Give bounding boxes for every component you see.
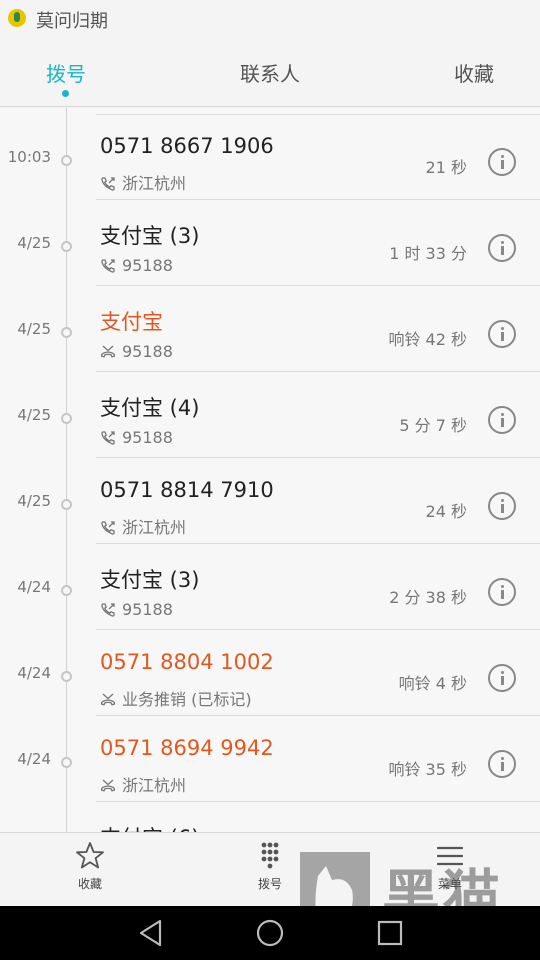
info-icon[interactable] (488, 750, 516, 778)
call-duration: 5 分 7 秒 (399, 416, 467, 435)
caller-name: 支付宝 (4) (100, 396, 200, 420)
caller-name: 0571 8667 1906 (100, 134, 274, 158)
call-log-row[interactable]: 4/25 支付宝 95188 响铃 42 秒 (0, 286, 540, 372)
info-icon[interactable] (488, 320, 516, 348)
dialpad-label: 拨号 (257, 877, 282, 891)
dialpad-icon (261, 842, 279, 869)
outgoing-call-icon (100, 258, 116, 274)
call-duration: 响铃 42 秒 (388, 330, 467, 349)
call-duration: 响铃 4 秒 (398, 674, 467, 693)
caller-name: 支付宝 (6) (100, 822, 199, 832)
recents-icon[interactable] (375, 918, 405, 948)
call-duration: 24 秒 (425, 502, 467, 521)
info-icon[interactable] (488, 664, 516, 692)
caller-location: 业务推销 (已标记) (122, 690, 252, 709)
timeline-dot (61, 585, 72, 596)
tab-dial[interactable]: 拨号 (46, 58, 86, 87)
timeline-dot (61, 499, 72, 510)
app-notification-icon (8, 9, 26, 27)
tab-bar: 拨号 联系人 收藏 (0, 36, 540, 107)
menu-icon (436, 846, 464, 866)
caller-name: 支付宝 (100, 310, 163, 334)
missed-call-icon (100, 344, 116, 360)
caller-subtitle: 95188 (100, 342, 173, 361)
info-icon[interactable] (488, 406, 516, 434)
favorites-label: 收藏 (77, 877, 102, 891)
call-log-row[interactable]: 10:03 0571 8667 1906 浙江杭州 21 秒 (0, 114, 540, 200)
timeline-dot (61, 241, 72, 252)
caller-location: 浙江杭州 (122, 776, 187, 795)
outgoing-call-icon (100, 430, 116, 446)
call-log-row[interactable]: 4/24 0571 8804 1002 业务推销 (已标记) 响铃 4 秒 (0, 630, 540, 716)
call-duration: 2 分 38 秒 (389, 588, 467, 607)
call-duration: 1 时 33 分 (389, 244, 467, 263)
call-duration: 响铃 35 秒 (388, 760, 467, 779)
missed-call-icon (100, 778, 116, 794)
info-icon[interactable] (488, 492, 516, 520)
active-tab-indicator (62, 90, 69, 97)
caller-name: 支付宝 (3) (100, 224, 200, 248)
caller-subtitle: 95188 (100, 256, 173, 275)
call-log-row[interactable]: 4/24 0571 8694 9942 浙江杭州 响铃 35 秒 (0, 716, 540, 802)
star-icon (76, 842, 104, 869)
caller-subtitle: 浙江杭州 (100, 772, 186, 796)
caller-location: 95188 (122, 342, 173, 361)
home-icon[interactable] (255, 918, 285, 948)
outgoing-call-icon (100, 602, 116, 618)
favorites-button[interactable]: 收藏 (50, 841, 130, 892)
info-icon[interactable] (488, 234, 516, 262)
call-date: 4/24 (17, 578, 51, 596)
call-date: 4/25 (17, 320, 51, 338)
call-date: 4/24 (17, 750, 51, 768)
outgoing-call-icon (100, 520, 116, 536)
caller-subtitle: 95188 (100, 600, 173, 619)
caller-location: 浙江杭州 (122, 518, 187, 537)
caller-name: 0571 8814 7910 (100, 478, 274, 502)
caller-location: 浙江杭州 (122, 174, 187, 193)
caller-name: 0571 8804 1002 (100, 650, 274, 674)
call-date: 4/24 (17, 664, 51, 682)
timeline-dot (61, 327, 72, 338)
info-icon[interactable] (488, 578, 516, 606)
bottom-action-bar: 收藏 拨号 菜单 (0, 832, 540, 907)
tab-favorites[interactable]: 收藏 (454, 58, 494, 87)
caller-name: 支付宝 (3) (100, 568, 200, 592)
caller-subtitle: 95188 (100, 428, 173, 447)
call-log-row[interactable]: 4/25 支付宝 (3) 95188 1 时 33 分 (0, 200, 540, 286)
caller-name: 0571 8694 9942 (100, 736, 274, 760)
call-log-row[interactable]: 支付宝 (6) (0, 802, 540, 832)
caller-location: 95188 (122, 428, 173, 447)
timeline-dot (61, 413, 72, 424)
call-duration: 21 秒 (425, 158, 467, 177)
timeline-dot (61, 671, 72, 682)
caller-location: 95188 (122, 256, 173, 275)
menu-label: 菜单 (437, 877, 462, 891)
call-log-list[interactable]: 10:03 0571 8667 1906 浙江杭州 21 秒 4/25 支付宝 (3) 95… (0, 108, 540, 832)
call-date: 4/25 (17, 492, 51, 510)
timeline-dot (61, 757, 72, 768)
dialpad-button[interactable]: 拨号 (230, 841, 310, 892)
call-log-row[interactable]: 4/25 0571 8814 7910 浙江杭州 24 秒 (0, 458, 540, 544)
info-icon[interactable] (488, 148, 516, 176)
caller-location: 95188 (122, 600, 173, 619)
menu-button[interactable]: 菜单 (410, 841, 490, 892)
outgoing-call-icon (100, 176, 116, 192)
call-date: 4/25 (17, 406, 51, 424)
call-date: 10:03 (7, 148, 51, 166)
caller-subtitle: 浙江杭州 (100, 170, 186, 194)
status-bar: 莫问归期 (0, 0, 540, 36)
caller-subtitle: 业务推销 (已标记) (100, 686, 252, 710)
back-icon[interactable] (136, 918, 166, 948)
tab-contacts[interactable]: 联系人 (240, 58, 300, 87)
call-log-row[interactable]: 4/25 支付宝 (4) 95188 5 分 7 秒 (0, 372, 540, 458)
system-nav-bar (0, 906, 540, 960)
missed-call-icon (100, 692, 116, 708)
call-log-row[interactable]: 4/24 支付宝 (3) 95188 2 分 38 秒 (0, 544, 540, 630)
status-title: 莫问归期 (36, 11, 108, 32)
call-date: 4/25 (17, 234, 51, 252)
caller-subtitle: 浙江杭州 (100, 514, 186, 538)
timeline-dot (61, 155, 72, 166)
